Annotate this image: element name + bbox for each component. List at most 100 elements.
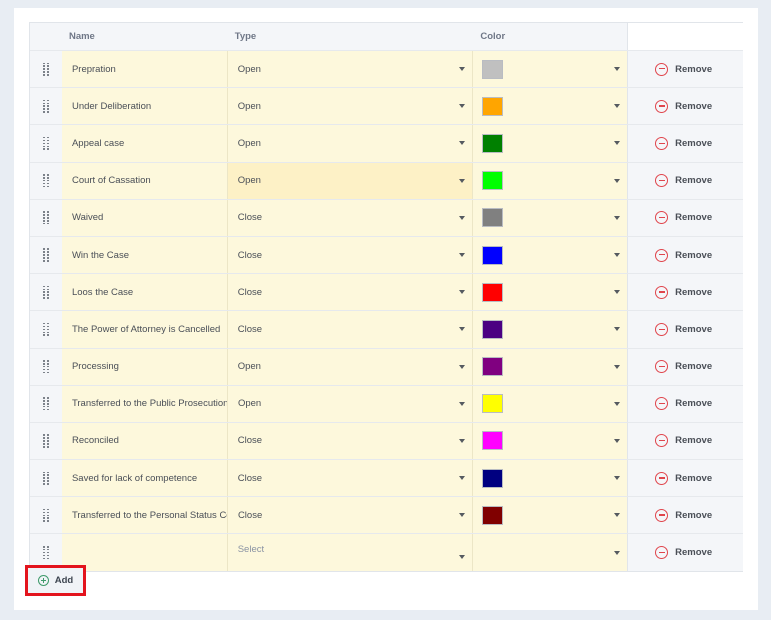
status-table: Name Type Color Prepration Open Remove Unde… bbox=[29, 22, 743, 572]
remove-button[interactable]: Remove bbox=[628, 163, 743, 199]
drag-handle[interactable] bbox=[30, 88, 62, 125]
type-select[interactable]: Close bbox=[227, 497, 474, 534]
remove-button[interactable]: Remove bbox=[628, 349, 743, 385]
remove-button[interactable]: Remove bbox=[628, 51, 743, 87]
remove-cell: Remove bbox=[627, 236, 743, 274]
drag-handle[interactable] bbox=[30, 385, 62, 422]
name-field[interactable]: Court of Cassation bbox=[61, 162, 228, 199]
color-swatch bbox=[482, 431, 504, 451]
type-select[interactable]: Close bbox=[227, 460, 474, 497]
drag-handle[interactable] bbox=[30, 497, 62, 534]
color-picker-value bbox=[473, 460, 627, 496]
name-field[interactable]: Loos the Case bbox=[61, 274, 228, 311]
type-select[interactable]: Open bbox=[227, 125, 474, 162]
color-picker[interactable] bbox=[473, 311, 628, 348]
color-swatch bbox=[482, 394, 504, 414]
name-field[interactable]: The Power of Attorney is Cancelled bbox=[61, 311, 228, 348]
drag-handle-icon bbox=[43, 397, 49, 411]
color-picker[interactable] bbox=[473, 125, 628, 162]
chevron-down-icon bbox=[459, 401, 466, 406]
table-row: Transferred to the Personal Status Court… bbox=[30, 496, 743, 534]
color-picker-value bbox=[473, 200, 627, 236]
color-picker[interactable] bbox=[473, 534, 628, 571]
type-select[interactable]: Select bbox=[227, 534, 474, 571]
chevron-down-icon bbox=[614, 104, 621, 109]
chevron-down-icon bbox=[614, 438, 621, 443]
type-select[interactable]: Close bbox=[227, 311, 474, 348]
drag-handle[interactable] bbox=[30, 422, 62, 460]
drag-handle[interactable] bbox=[30, 236, 62, 274]
type-select[interactable]: Open bbox=[227, 51, 474, 88]
add-button-label: Add bbox=[54, 575, 74, 586]
drag-handle[interactable] bbox=[30, 348, 62, 385]
name-field[interactable]: Transferred to the Public Prosecution bbox=[61, 385, 228, 422]
remove-cell: Remove bbox=[627, 422, 743, 460]
type-select-text: Close bbox=[237, 435, 263, 447]
name-value: Saved for lack of competence bbox=[71, 472, 198, 484]
name-field[interactable]: Transferred to the Personal Status Court bbox=[61, 497, 228, 534]
remove-button[interactable]: Remove bbox=[628, 497, 743, 533]
remove-button[interactable]: Remove bbox=[628, 274, 743, 310]
type-select[interactable]: Close bbox=[227, 422, 474, 460]
drag-handle[interactable] bbox=[30, 199, 62, 236]
type-select-text: Close bbox=[237, 286, 263, 298]
table-row: Processing Open Remove bbox=[30, 347, 743, 385]
drag-handle[interactable] bbox=[30, 162, 62, 199]
remove-button[interactable]: Remove bbox=[628, 237, 743, 273]
drag-handle[interactable] bbox=[30, 311, 62, 348]
name-field[interactable]: Under Deliberation bbox=[61, 88, 228, 125]
color-picker[interactable] bbox=[473, 497, 628, 534]
color-picker[interactable] bbox=[473, 348, 628, 385]
color-picker[interactable] bbox=[473, 88, 628, 125]
color-picker[interactable] bbox=[473, 236, 628, 274]
remove-button[interactable]: Remove bbox=[628, 423, 743, 459]
name-field[interactable]: Saved for lack of competence bbox=[61, 460, 228, 497]
drag-handle[interactable] bbox=[30, 51, 62, 88]
remove-button[interactable]: Remove bbox=[628, 386, 743, 422]
header-actions-cell bbox=[627, 23, 743, 50]
color-picker[interactable] bbox=[473, 51, 628, 88]
name-field[interactable]: Waived bbox=[61, 199, 228, 236]
name-field[interactable]: Reconciled bbox=[61, 422, 228, 460]
color-picker[interactable] bbox=[473, 385, 628, 422]
remove-button-label: Remove bbox=[675, 212, 713, 224]
color-picker[interactable] bbox=[473, 422, 628, 460]
chevron-down-icon bbox=[614, 327, 621, 332]
remove-button[interactable]: Remove bbox=[628, 534, 743, 570]
color-picker[interactable] bbox=[473, 199, 628, 236]
type-select[interactable]: Close bbox=[227, 274, 474, 311]
type-select[interactable]: Open bbox=[227, 162, 474, 199]
remove-button[interactable]: Remove bbox=[628, 125, 743, 161]
header-handle-cell bbox=[30, 23, 62, 50]
drag-handle[interactable] bbox=[30, 460, 62, 497]
drag-handle-icon bbox=[43, 434, 49, 448]
name-field[interactable]: Win the Case bbox=[61, 236, 228, 274]
drag-handle[interactable] bbox=[30, 274, 62, 311]
remove-button[interactable]: Remove bbox=[628, 200, 743, 236]
type-select[interactable]: Open bbox=[227, 348, 474, 385]
add-button[interactable]: Add bbox=[25, 565, 86, 596]
type-select[interactable]: Close bbox=[227, 236, 474, 274]
chevron-down-icon bbox=[459, 67, 466, 72]
color-picker[interactable] bbox=[473, 274, 628, 311]
drag-handle[interactable] bbox=[30, 125, 62, 162]
name-field[interactable]: Appeal case bbox=[61, 125, 228, 162]
name-field[interactable]: Processing bbox=[61, 348, 228, 385]
remove-button[interactable]: Remove bbox=[628, 460, 743, 496]
type-select[interactable]: Open bbox=[227, 88, 474, 125]
color-picker[interactable] bbox=[473, 162, 628, 199]
chevron-down-icon bbox=[614, 178, 621, 183]
remove-button-label: Remove bbox=[675, 249, 713, 261]
name-field[interactable]: Prepration bbox=[61, 51, 228, 88]
remove-button[interactable]: Remove bbox=[628, 88, 743, 124]
type-select[interactable]: Open bbox=[227, 385, 474, 422]
color-picker-value bbox=[473, 423, 627, 459]
type-select[interactable]: Close bbox=[227, 199, 474, 236]
minus-circle-icon bbox=[655, 397, 669, 411]
color-swatch bbox=[482, 245, 504, 265]
remove-button[interactable]: Remove bbox=[628, 311, 743, 347]
name-field[interactable] bbox=[61, 534, 228, 571]
remove-cell: Remove bbox=[627, 534, 743, 571]
name-value: Under Deliberation bbox=[71, 100, 152, 112]
color-picker[interactable] bbox=[473, 460, 628, 497]
